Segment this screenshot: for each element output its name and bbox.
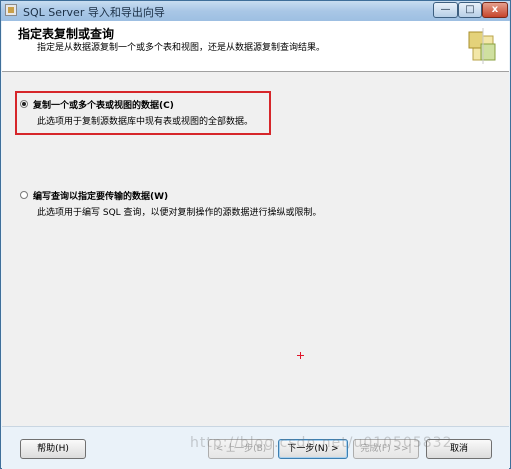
wizard-content: 复制一个或多个表或视图的数据(C) 此选项用于复制源数据库中现有表或视图的全部数… [2, 72, 509, 426]
app-icon [5, 4, 17, 16]
title-bar[interactable]: SQL Server 导入和导出向导 — □ x [1, 1, 510, 21]
page-subtitle: 指定是从数据源复制一个或多个表和视图，还是从数据源复制查询结果。 [37, 43, 326, 53]
minimize-button[interactable]: — [433, 2, 458, 18]
write-query-radio[interactable] [20, 191, 28, 199]
mouse-cursor [297, 352, 304, 359]
write-query-description: 此选项用于编写 SQL 查询，以便对复制操作的源数据进行操纵或限制。 [37, 208, 322, 218]
copy-tables-radio[interactable] [20, 100, 28, 108]
copy-tables-label[interactable]: 复制一个或多个表或视图的数据(C) [33, 98, 174, 111]
write-query-label[interactable]: 编写查询以指定要传输的数据(W) [33, 189, 168, 202]
copy-tables-description: 此选项用于复制源数据库中现有表或视图的全部数据。 [37, 117, 254, 127]
wizard-header: 指定表复制或查询 指定是从数据源复制一个或多个表和视图，还是从数据源复制查询结果… [2, 21, 509, 72]
help-button[interactable]: 帮助(H) [20, 439, 86, 459]
wizard-window: SQL Server 导入和导出向导 — □ x 指定表复制或查询 指定是从数据… [0, 0, 511, 469]
wizard-logo-icon [468, 28, 496, 64]
window-title: SQL Server 导入和导出向导 [23, 6, 165, 19]
close-button[interactable]: x [482, 2, 508, 18]
watermark-text: http://blog.csdn.net/u010505832 [190, 435, 453, 451]
maximize-button[interactable]: □ [458, 2, 482, 18]
